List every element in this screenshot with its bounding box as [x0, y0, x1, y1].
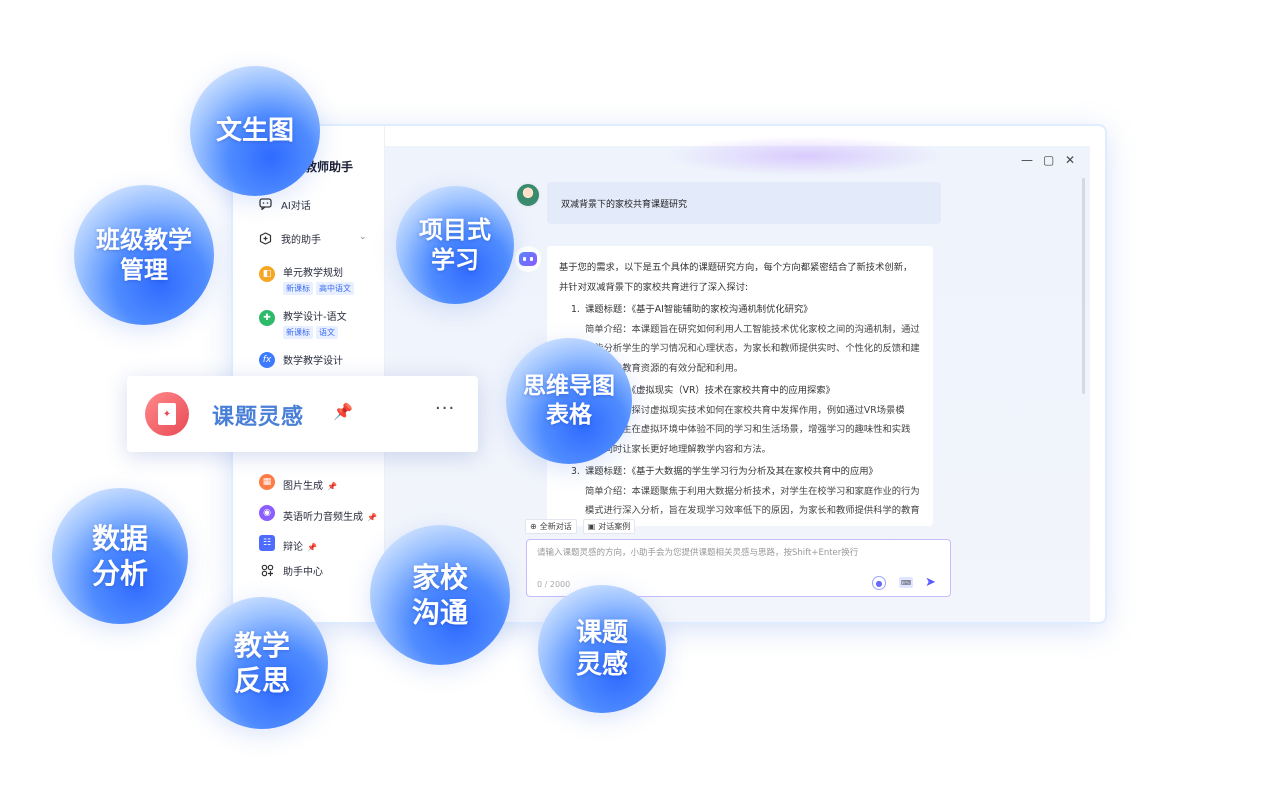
bubble-label: 班级教学 管理	[96, 226, 192, 284]
agent-item[interactable]: ✚ 教学设计-语文 新课标 语文	[259, 308, 347, 339]
agent-name: 英语听力音频生成	[283, 512, 363, 523]
item-title: 课题标题：《基于AI智能辅助的家校沟通机制优化研究》	[585, 304, 813, 315]
sidebar-item-ai-chat[interactable]: AI对话	[257, 196, 311, 212]
agent-item[interactable]: ▦ 图片生成 📌	[259, 472, 337, 493]
bubble-project-learning: 项目式 学习	[396, 186, 514, 304]
agent-item[interactable]: fx 数学教学设计	[259, 350, 343, 368]
bubble-label: 教学 反思	[233, 629, 290, 697]
scrollbar[interactable]	[1082, 178, 1085, 394]
answer-intro: 基于您的需求，以下是五个具体的课题研究方向，每个方向都紧密结合了新技术创新，并针…	[559, 262, 913, 293]
new-chat-button[interactable]: ⊕ 全新对话	[525, 519, 577, 534]
chat-examples-button[interactable]: ▣ 对话案例	[582, 519, 636, 534]
audio-icon: ◉	[259, 505, 275, 521]
item-desc: 简单介绍：本课题旨在研究如何利用人工智能技术优化家校之间的沟通机制，通过智能分析…	[585, 323, 920, 374]
bubble-label: 课题 灵感	[575, 617, 628, 681]
robot-icon	[519, 252, 537, 266]
agent-name: 辩论	[283, 542, 303, 553]
microphone-icon[interactable]: ●	[872, 576, 886, 590]
bubble-teaching-reflection: 教学 反思	[196, 597, 328, 729]
answer-item: 1. 课题标题：《基于AI智能辅助的家校沟通机制优化研究》 简单介绍：本课题旨在研…	[571, 300, 921, 378]
agent-item[interactable]: ◧ 单元教学规划 新课标 高中语文	[259, 264, 354, 295]
sidebar-item-help-center[interactable]: 助手中心	[259, 562, 323, 578]
minimize-icon[interactable]: —	[1021, 153, 1033, 167]
agent-tag: 高中语文	[316, 282, 354, 295]
close-icon[interactable]: ✕	[1065, 153, 1075, 167]
apps-grid-icon	[259, 562, 275, 578]
bubble-label: 项目式 学习	[419, 216, 491, 274]
agent-tag: 新课标	[283, 282, 313, 295]
chat-input[interactable]	[537, 546, 937, 566]
bubble-data-analysis: 数据 分析	[52, 488, 188, 624]
agent-tag: 新课标	[283, 326, 313, 339]
bubble-mindmap-table: 思维导图 表格	[506, 338, 632, 464]
chevron-down-icon[interactable]: ⌄	[359, 232, 367, 242]
agent-name: 数学教学设计	[283, 356, 343, 367]
chat-tools: ⊕ 全新对话 ▣ 对话案例	[525, 519, 636, 534]
tool-label: 全新对话	[539, 522, 572, 531]
answer-item: 3. 课题标题：《基于大数据的学生学习行为分析及其在家校共育中的应用》 简单介绍：…	[571, 462, 921, 526]
lesson-plan-icon: ◧	[259, 266, 275, 282]
chat-bubble-icon	[257, 196, 273, 212]
more-icon[interactable]: ···	[435, 398, 455, 419]
tool-label: 对话案例	[598, 522, 631, 531]
new-chat-icon: ⊕	[530, 522, 537, 531]
send-icon[interactable]: ➤	[925, 575, 936, 590]
item-title: 课题标题：《基于大数据的学生学习行为分析及其在家校共育中的应用》	[585, 466, 878, 477]
pin-icon[interactable]: 📌	[367, 513, 377, 522]
sparkle-icon: ✦	[158, 403, 176, 425]
bubble-text-to-image: 文生图	[190, 66, 320, 196]
agent-tag: 语文	[316, 326, 338, 339]
image-icon: ▦	[259, 474, 275, 490]
bubble-label: 数据 分析	[91, 522, 148, 590]
keyboard-icon[interactable]: ⌨	[899, 577, 913, 588]
app-window: 星火教师助手 AI对话 我的助手 ⌄ ◧ 单元教学规划 新课标 高中语文 ✚ 教…	[233, 126, 1105, 622]
header-glow	[665, 136, 945, 176]
pin-icon[interactable]: 📌	[307, 543, 317, 552]
bubble-label: 家校 沟通	[411, 561, 468, 629]
pin-icon[interactable]: 📌	[327, 482, 337, 491]
agent-name: 单元教学规划	[283, 268, 343, 279]
plus-circle-icon	[257, 230, 273, 246]
char-counter: 0 / 2000	[537, 580, 571, 589]
topic-inspiration-card[interactable]: ✦ 课题灵感 📌 ···	[127, 376, 478, 452]
bubble-topic-inspiration: 课题 灵感	[538, 585, 666, 713]
sidebar-item-label: AI对话	[281, 200, 311, 212]
examples-icon: ▣	[587, 522, 596, 531]
agent-item[interactable]: ☷ 辩论 📌	[259, 533, 317, 554]
agent-item[interactable]: ◉ 英语听力音频生成 📌	[259, 503, 377, 524]
item-number: 1.	[571, 304, 580, 315]
puzzle-icon: ✚	[259, 310, 275, 326]
bubble-label: 思维导图 表格	[523, 373, 615, 428]
function-icon: fx	[259, 352, 275, 368]
bubble-home-school: 家校 沟通	[370, 525, 510, 665]
agent-name: 图片生成	[283, 481, 323, 492]
sidebar-item-label: 我的助手	[281, 234, 321, 246]
bot-avatar	[515, 246, 541, 272]
item-number: 3.	[571, 466, 580, 477]
sidebar-item-my-assistant[interactable]: 我的助手	[257, 230, 321, 246]
user-message: 双减背景下的家校共育课题研究	[547, 182, 941, 224]
agent-name: 教学设计-语文	[283, 312, 347, 323]
sidebar-item-label: 助手中心	[283, 566, 323, 578]
card-icon: ✦	[145, 392, 189, 436]
pin-icon[interactable]: 📌	[333, 402, 353, 421]
card-title: 课题灵感	[212, 405, 305, 430]
debate-icon: ☷	[259, 535, 275, 551]
bubble-class-management: 班级教学 管理	[74, 185, 214, 325]
bubble-label: 文生图	[215, 115, 294, 146]
user-avatar	[515, 182, 541, 208]
maximize-icon[interactable]: ▢	[1043, 153, 1054, 167]
sidebar: 星火教师助手 AI对话 我的助手 ⌄ ◧ 单元教学规划 新课标 高中语文 ✚ 教…	[233, 126, 385, 622]
